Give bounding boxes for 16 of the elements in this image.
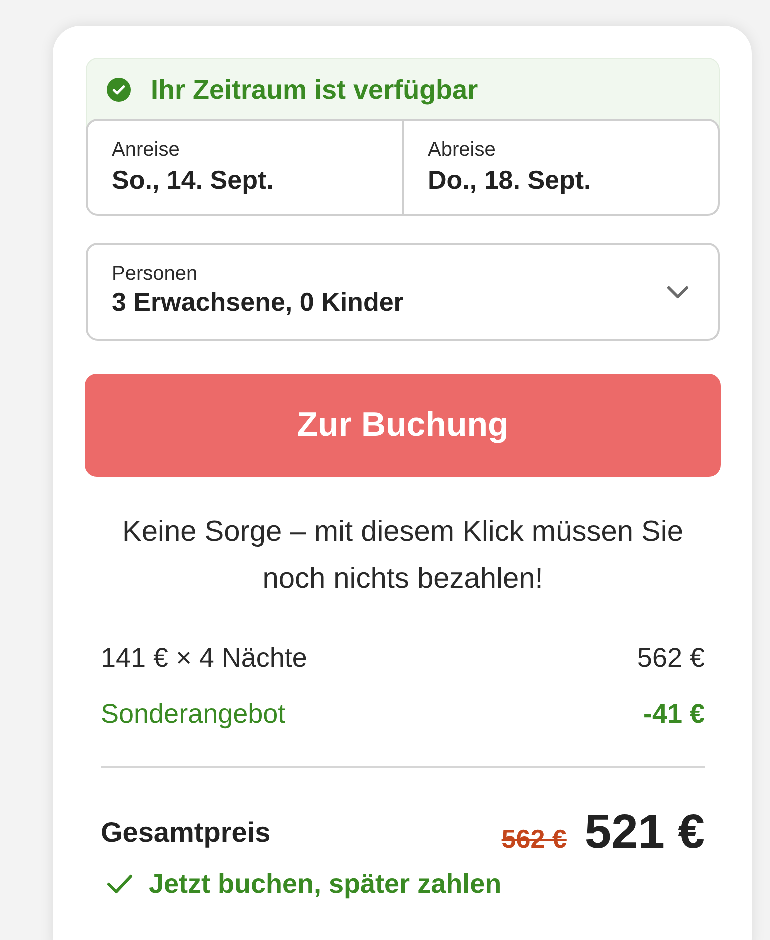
- price-line-amount: -41 €: [643, 698, 705, 730]
- payment-note: Keine Sorge – mit diesem Klick müssen Sie noch nichts bezahlen!: [122, 515, 684, 597]
- chevron-down-icon: [667, 286, 689, 298]
- check-icon: [107, 874, 133, 894]
- pay-later-note: Jetzt buchen, später zahlen: [149, 868, 502, 900]
- price-line-label: 141 € × 4 Nächte: [101, 642, 308, 674]
- total-label: Gesamtpreis: [101, 817, 271, 849]
- check-circle-icon: [107, 78, 131, 102]
- guests-dropdown[interactable]: Personen 3 Erwachsene, 0 Kinder: [86, 243, 720, 341]
- original-price: 562 €: [502, 824, 567, 855]
- date-field[interactable]: Abreise Do., 18. Sept.: [402, 121, 718, 214]
- price-line-label: Sonderangebot: [101, 698, 286, 730]
- availability-message: Ihr Zeitraum ist verfügbar: [151, 76, 478, 104]
- total-price: 521 €: [584, 807, 705, 859]
- price-line-amount: 562 €: [637, 642, 705, 674]
- date-field[interactable]: Anreise So., 14. Sept.: [88, 121, 402, 214]
